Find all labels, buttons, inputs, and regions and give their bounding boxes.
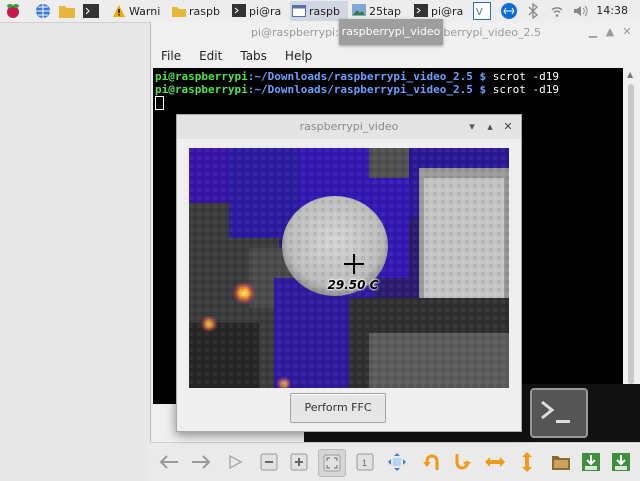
- image-viewer-toolbar: 1: [150, 442, 640, 481]
- bluetooth-icon[interactable]: [524, 2, 542, 20]
- menu-file[interactable]: File: [151, 46, 189, 66]
- terminal-cursor: [155, 96, 164, 110]
- flip-horizontal-icon[interactable]: [482, 449, 508, 475]
- video-window: raspberrypi_video ▾ ▴ ✕ 29.50 C Perform …: [176, 114, 522, 432]
- scroll-up-icon[interactable]: ▲: [627, 70, 633, 79]
- perform-ffc-button[interactable]: Perform FFC: [290, 393, 386, 423]
- next-icon[interactable]: [188, 449, 214, 475]
- taskbar-item-folder[interactable]: raspb: [170, 1, 228, 21]
- rotate-right-icon[interactable]: [450, 449, 476, 475]
- crosshair-icon: [344, 254, 364, 274]
- rotate-left-icon[interactable]: [418, 449, 444, 475]
- taskbar-item-image-viewer[interactable]: 25tap: [350, 1, 410, 21]
- taskbar-item-video[interactable]: raspb: [290, 1, 348, 21]
- svg-text:1: 1: [362, 458, 367, 468]
- image-viewer-icon: [352, 4, 366, 16]
- vnc-icon[interactable]: V: [473, 2, 491, 20]
- minimize-icon[interactable]: ▾: [465, 120, 479, 134]
- zoom-out-icon[interactable]: [256, 449, 282, 475]
- zoom-in-icon[interactable]: [286, 449, 312, 475]
- teamviewer-icon[interactable]: [500, 2, 518, 20]
- previous-icon[interactable]: [156, 449, 182, 475]
- taskbar-item-warning[interactable]: Warni: [110, 1, 168, 21]
- slideshow-icon[interactable]: [222, 449, 248, 475]
- svg-text:V: V: [476, 7, 483, 18]
- terminal-icon: [232, 4, 246, 17]
- terminal-line: pi@raspberrypi:~/Downloads/raspberrypi_v…: [155, 83, 559, 96]
- network-icon[interactable]: [548, 2, 566, 20]
- scroll-thumb[interactable]: [628, 84, 634, 384]
- fullscreen-icon[interactable]: [384, 449, 410, 475]
- taskbar: Warni raspb pi@ra raspb 25tap pi@ra V 14…: [0, 0, 640, 23]
- maximize-icon[interactable]: ▴: [483, 120, 497, 134]
- original-size-icon[interactable]: 1: [352, 449, 378, 475]
- clock: 14:38: [596, 4, 628, 17]
- close-icon[interactable]: ✕: [620, 25, 634, 39]
- taskbar-item-terminal-2[interactable]: pi@ra: [412, 1, 470, 21]
- warning-icon: [113, 5, 125, 17]
- thermal-camera-view: 29.50 C: [189, 148, 509, 388]
- file-manager-icon[interactable]: [58, 2, 76, 20]
- window-icon: [292, 5, 306, 17]
- temperature-readout: 29.50 C: [327, 278, 379, 292]
- terminal-icon: [530, 388, 588, 438]
- menu-tabs[interactable]: Tabs: [230, 46, 275, 66]
- minimize-icon[interactable]: ▁: [586, 25, 600, 39]
- folder-icon: [172, 7, 186, 17]
- open-file-icon[interactable]: [548, 449, 574, 475]
- terminal-menubar: File Edit Tabs Help: [151, 46, 320, 66]
- taskbar-item-terminal-1[interactable]: pi@ra: [230, 1, 288, 21]
- menu-help[interactable]: Help: [275, 46, 320, 66]
- save-as-icon[interactable]: [608, 449, 634, 475]
- terminal-line: pi@raspberrypi:~/Downloads/raspberrypi_v…: [155, 70, 559, 83]
- terminal-scrollbar[interactable]: ▲ ▼: [625, 68, 637, 404]
- menu-edit[interactable]: Edit: [189, 46, 230, 66]
- flip-vertical-icon[interactable]: [514, 449, 540, 475]
- terminal-launcher-icon[interactable]: [82, 2, 100, 20]
- fit-window-icon[interactable]: [318, 449, 346, 477]
- terminal-icon: [414, 4, 428, 17]
- save-icon[interactable]: [578, 449, 604, 475]
- close-icon[interactable]: ✕: [501, 120, 515, 134]
- volume-icon[interactable]: [572, 2, 590, 20]
- taskbar-tooltip: raspberrypi_video: [339, 19, 443, 45]
- raspberry-menu-icon[interactable]: [4, 2, 22, 20]
- web-browser-icon[interactable]: [34, 2, 52, 20]
- maximize-icon[interactable]: ▲: [603, 25, 617, 39]
